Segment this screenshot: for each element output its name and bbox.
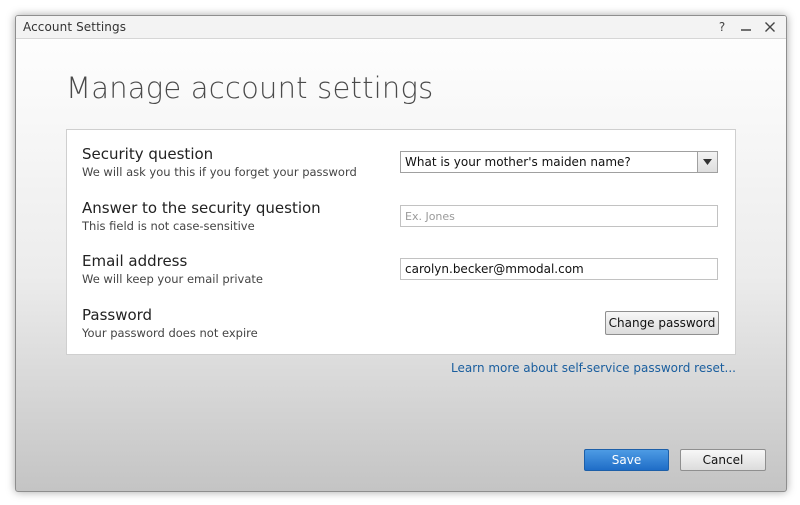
email-description: We will keep your email private bbox=[82, 272, 263, 286]
security-question-dropdown[interactable]: What is your mother's maiden name? bbox=[400, 151, 718, 173]
security-question-row: Security question We will ask you this i… bbox=[82, 145, 720, 185]
minimize-button[interactable] bbox=[734, 16, 758, 38]
security-question-label: Security question bbox=[82, 145, 214, 163]
close-button[interactable] bbox=[758, 16, 782, 38]
password-row: Password Your password does not expire C… bbox=[82, 306, 720, 346]
save-button[interactable]: Save bbox=[584, 449, 669, 471]
close-icon bbox=[765, 22, 775, 32]
title-bar: Account Settings ? bbox=[16, 16, 786, 39]
page-title: Manage account settings bbox=[66, 71, 434, 105]
settings-panel: Security question We will ask you this i… bbox=[66, 129, 736, 355]
answer-input[interactable] bbox=[400, 205, 718, 227]
change-password-button[interactable]: Change password bbox=[605, 311, 719, 335]
cancel-button[interactable]: Cancel bbox=[680, 449, 766, 471]
password-label: Password bbox=[82, 306, 153, 324]
minimize-icon bbox=[741, 29, 751, 31]
security-question-selected: What is your mother's maiden name? bbox=[405, 155, 631, 169]
security-question-description: We will ask you this if you forget your … bbox=[82, 165, 357, 179]
help-button[interactable]: ? bbox=[710, 16, 734, 38]
window-controls: ? bbox=[710, 16, 782, 38]
account-settings-window: Account Settings ? Manage account settin… bbox=[15, 15, 787, 492]
answer-row: Answer to the security question This fie… bbox=[82, 199, 720, 239]
window-title: Account Settings bbox=[23, 20, 127, 34]
password-description: Your password does not expire bbox=[82, 326, 258, 340]
email-label: Email address bbox=[82, 252, 188, 270]
dropdown-arrow-icon[interactable] bbox=[697, 152, 717, 172]
email-input[interactable] bbox=[400, 258, 718, 280]
answer-label: Answer to the security question bbox=[82, 199, 321, 217]
learn-more-link[interactable]: Learn more about self-service password r… bbox=[451, 361, 736, 375]
help-icon: ? bbox=[718, 20, 726, 34]
answer-description: This field is not case-sensitive bbox=[82, 219, 255, 233]
email-row: Email address We will keep your email pr… bbox=[82, 252, 720, 292]
